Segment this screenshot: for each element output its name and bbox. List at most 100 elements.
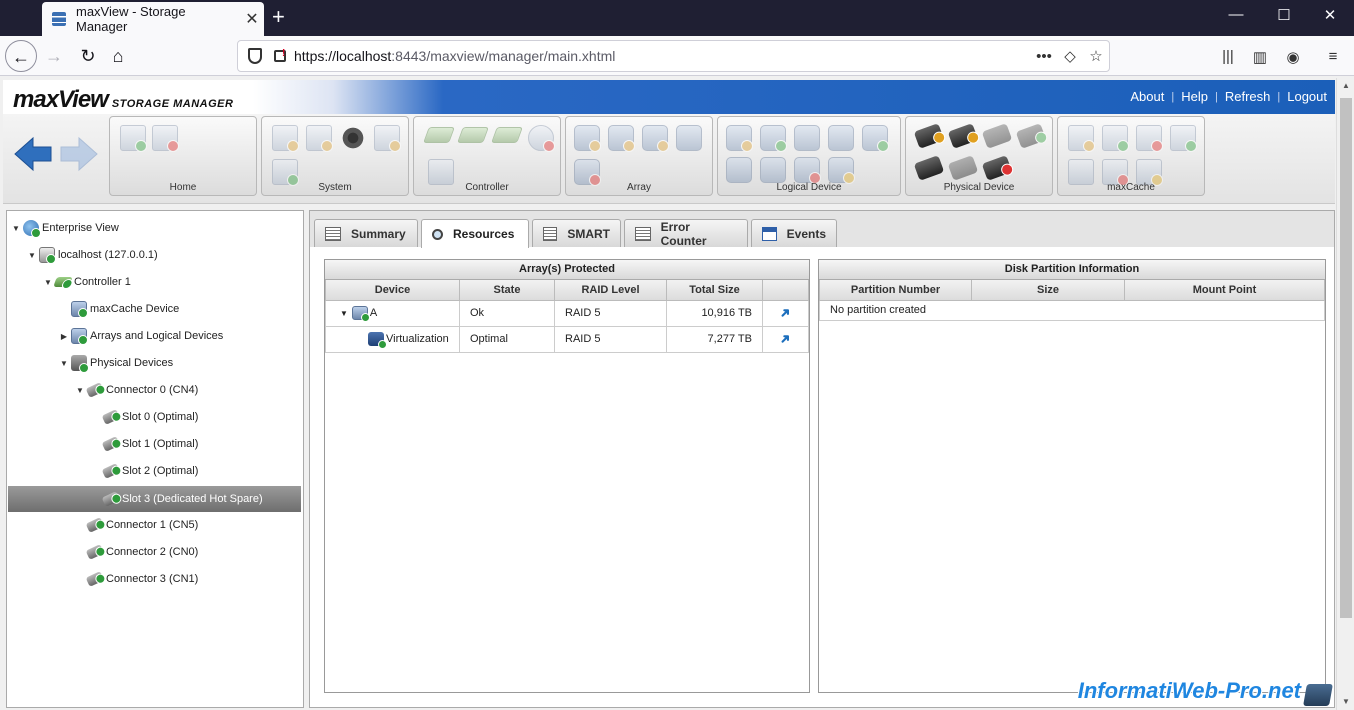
array-search-icon[interactable] <box>676 125 702 151</box>
forward-icon[interactable]: → <box>38 40 70 72</box>
collapse-icon[interactable]: ▼ <box>59 359 69 368</box>
ld-add-icon[interactable] <box>760 125 787 152</box>
system-remove-icon[interactable] <box>306 125 333 152</box>
library-icon[interactable]: ||| <box>1216 48 1240 65</box>
page-scrollbar[interactable]: ▲ ▼ <box>1336 78 1354 710</box>
controller-schedule-icon[interactable] <box>528 125 555 152</box>
array-settings-icon[interactable] <box>574 125 601 152</box>
tab-events[interactable]: Events <box>751 219 837 247</box>
browser-tab[interactable]: maxView - Storage Manager ✕ <box>42 2 264 36</box>
ld-search-icon[interactable] <box>726 157 752 183</box>
tree-node-slot-2[interactable]: Slot 2 (Optimal) <box>91 460 198 482</box>
expand-icon[interactable]: ▶ <box>59 332 69 341</box>
ld-settings-icon[interactable] <box>726 125 753 152</box>
disk-partition-pane: Disk Partition Information Partition Num… <box>818 259 1326 693</box>
scroll-thumb[interactable] <box>1340 98 1352 618</box>
pd-remove-icon[interactable] <box>981 155 1015 181</box>
goto-arrow-icon[interactable]: ➜ <box>776 303 795 322</box>
array-expand-icon[interactable] <box>642 125 669 152</box>
table-row[interactable]: ▼ A Ok RAID 5 10,916 TB ➜ <box>325 299 809 327</box>
maximize-icon[interactable]: ☐ <box>1264 6 1304 24</box>
sidebar-icon[interactable]: ▥ <box>1248 48 1272 66</box>
collapse-icon[interactable]: ▼ <box>340 309 348 318</box>
tree-node-physical[interactable]: ▼ Physical Devices <box>59 352 173 374</box>
pd-clear-icon[interactable] <box>947 123 981 149</box>
ld-expand-icon[interactable] <box>794 125 820 151</box>
array-remove-icon[interactable] <box>608 125 635 152</box>
tab-resources[interactable]: Resources <box>421 219 529 248</box>
nav-forward-arrow-icon[interactable] <box>59 134 99 174</box>
minimize-icon[interactable]: — <box>1216 6 1256 23</box>
gear-icon[interactable] <box>340 125 366 151</box>
remove-system-icon[interactable] <box>152 125 179 152</box>
pd-settings-icon[interactable] <box>913 123 947 149</box>
cache-settings-icon[interactable] <box>1068 125 1095 152</box>
tree-node-connector-0[interactable]: ▼ Connector 0 (CN4) <box>75 379 198 401</box>
collapse-icon[interactable]: ▼ <box>43 278 53 287</box>
connector-icon <box>85 571 108 587</box>
controller-settings-icon[interactable] <box>423 127 455 143</box>
tab-title: maxView - Storage Manager <box>76 4 186 34</box>
cache-disable-icon[interactable] <box>1136 125 1163 152</box>
home-icon[interactable]: ⌂ <box>102 40 134 72</box>
tree-node-connector-1[interactable]: Connector 1 (CN5) <box>75 514 198 536</box>
pd-locate-icon[interactable] <box>981 123 1013 149</box>
collapse-icon[interactable]: ▼ <box>11 224 21 233</box>
cache-web-icon[interactable] <box>1170 125 1197 152</box>
table-row[interactable]: Virtualization Optimal RAID 5 7,277 TB ➜ <box>325 325 809 353</box>
tab-label: Resources <box>453 227 515 241</box>
ld-edit-icon[interactable] <box>760 157 786 183</box>
tree-node-slot-1[interactable]: Slot 1 (Optimal) <box>91 433 198 455</box>
shield-icon[interactable] <box>248 48 262 64</box>
account-icon[interactable]: ◉ <box>1281 48 1305 66</box>
tree-label: Slot 2 (Optimal) <box>122 465 199 477</box>
tree-node-slot-0[interactable]: Slot 0 (Optimal) <box>91 406 198 428</box>
system-settings-icon[interactable] <box>272 125 299 152</box>
pd-search-icon[interactable] <box>913 155 945 181</box>
tree-node-localhost[interactable]: ▼ localhost (127.0.0.1) <box>27 244 158 266</box>
refresh-link[interactable]: Refresh <box>1225 89 1271 104</box>
lock-warning-icon[interactable] <box>274 48 286 62</box>
tree-node-slot-3[interactable]: Slot 3 (Dedicated Hot Spare) <box>8 486 301 512</box>
ld-power-icon[interactable] <box>828 157 855 184</box>
tree-node-enterprise[interactable]: ▼ Enterprise View <box>11 217 119 239</box>
tree-node-connector-3[interactable]: Connector 3 (CN1) <box>75 568 198 590</box>
bookmark-star-icon[interactable]: ☆ <box>1083 47 1109 65</box>
menu-icon[interactable]: ≡ <box>1321 48 1345 65</box>
scroll-down-icon[interactable]: ▼ <box>1337 694 1354 710</box>
tree-node-maxcache[interactable]: maxCache Device <box>59 298 179 320</box>
more-actions-icon[interactable]: ••• <box>1031 48 1057 65</box>
about-link[interactable]: About <box>1130 89 1164 104</box>
pd-web-icon[interactable] <box>1015 123 1049 149</box>
scroll-up-icon[interactable]: ▲ <box>1337 78 1354 94</box>
url-text[interactable]: https://localhost:8443/maxview/manager/m… <box>294 48 1031 64</box>
cache-add-icon[interactable] <box>1102 125 1129 152</box>
ld-web-icon[interactable] <box>862 125 889 152</box>
reload-icon[interactable]: ↻ <box>72 40 104 72</box>
nav-back-arrow-icon[interactable] <box>13 134 53 174</box>
system-log-icon[interactable] <box>374 125 401 152</box>
collapse-icon[interactable]: ▼ <box>27 251 37 260</box>
close-window-icon[interactable]: ✕ <box>1310 6 1350 24</box>
help-link[interactable]: Help <box>1181 89 1208 104</box>
goto-arrow-icon[interactable]: ➜ <box>776 329 795 348</box>
add-system-icon[interactable] <box>120 125 147 152</box>
close-tab-icon[interactable]: ✕ <box>240 9 264 29</box>
ld-delete-icon[interactable] <box>794 157 821 184</box>
controller-clear-icon[interactable] <box>457 127 489 143</box>
tab-error-counter[interactable]: Error Counter <box>624 219 748 248</box>
collapse-icon[interactable]: ▼ <box>75 386 85 395</box>
new-tab-icon[interactable]: + <box>272 6 285 28</box>
logout-link[interactable]: Logout <box>1287 89 1327 104</box>
pd-edit-icon[interactable] <box>947 155 979 181</box>
tree-node-arrays[interactable]: ▶ Arrays and Logical Devices <box>59 325 223 347</box>
ld-copy-icon[interactable] <box>828 125 854 151</box>
pocket-icon[interactable]: ◇ <box>1057 47 1083 65</box>
tree-node-controller[interactable]: ▼ Controller 1 <box>43 271 131 293</box>
tree-node-connector-2[interactable]: Connector 2 (CN0) <box>75 541 198 563</box>
controller-search-icon[interactable] <box>491 127 523 143</box>
back-icon[interactable]: ← <box>5 40 37 72</box>
tab-smart[interactable]: SMART <box>532 219 621 247</box>
tab-summary[interactable]: Summary <box>314 219 418 247</box>
address-bar[interactable]: https://localhost:8443/maxview/manager/m… <box>237 40 1110 72</box>
